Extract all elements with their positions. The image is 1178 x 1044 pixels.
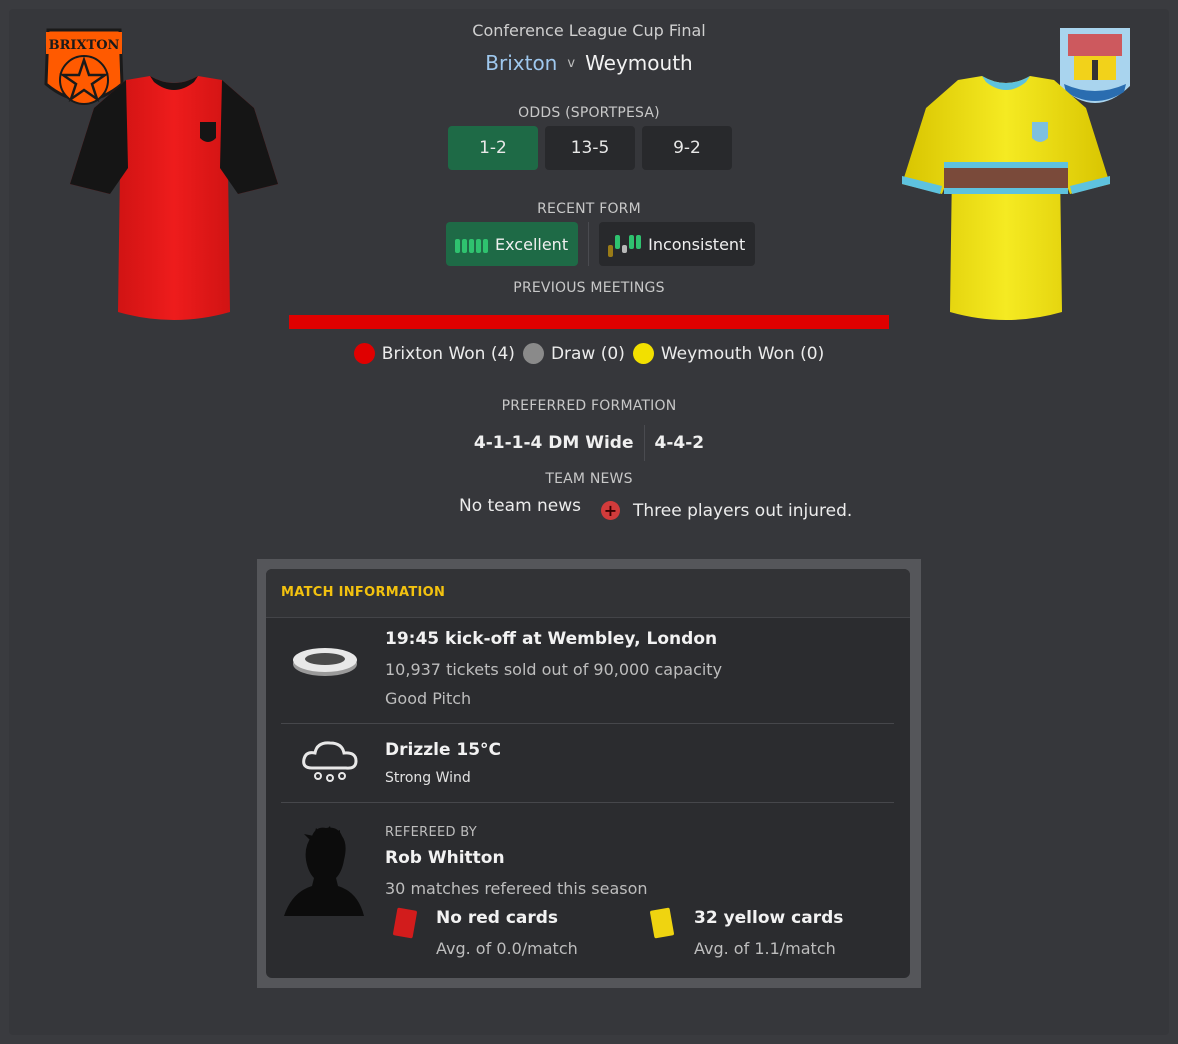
- form-bar-w: [455, 239, 460, 253]
- legend-away-won-text: Weymouth Won (0): [660, 343, 825, 364]
- preferred-formation-label: PREFERRED FORMATION: [501, 398, 677, 414]
- previous-meetings-legend: Brixton Won (4) Draw (0) Weymouth Won (0…: [0, 343, 1178, 364]
- away-form-bars-icon: [608, 235, 642, 257]
- weather-info: Drizzle 15°C: [385, 740, 502, 760]
- previous-meetings-label: PREVIOUS MEETINGS: [513, 280, 665, 296]
- form-bar-w: [476, 239, 481, 253]
- form-bar-w: [629, 235, 635, 249]
- referee-silhouette-avatar[interactable]: [282, 826, 368, 918]
- previous-meetings-bar: [289, 315, 889, 329]
- yellow-cards-average: Avg. of 1.1/match: [694, 939, 836, 958]
- divider-line: [281, 723, 894, 724]
- form-bar-l: [608, 245, 614, 257]
- red-cards-count: No red cards: [436, 908, 559, 928]
- wind-info: Strong Wind: [385, 770, 471, 786]
- referee-label: REFEREED BY: [385, 825, 477, 840]
- home-formation[interactable]: 4-1-1-4 DM Wide: [474, 433, 634, 453]
- odds-draw-button[interactable]: 13-5: [545, 126, 635, 170]
- grey-dot-icon: [522, 343, 544, 364]
- legend-away-won: Weymouth Won (0): [632, 343, 825, 364]
- away-form-text: Inconsistent: [648, 234, 746, 254]
- form-bar-d: [622, 245, 628, 253]
- referee-name[interactable]: Rob Whitton: [385, 848, 505, 868]
- divider-line: [281, 802, 894, 803]
- referee-matches: 30 matches refereed this season: [385, 879, 648, 898]
- odds-home-button[interactable]: 1-2: [448, 126, 538, 170]
- form-bar-w: [483, 239, 488, 253]
- home-team-name[interactable]: Brixton: [485, 51, 557, 75]
- form-bar-w: [469, 239, 474, 253]
- stadium-icon: [290, 640, 360, 680]
- home-form-bars-icon: [455, 235, 488, 253]
- legend-draw-text: Draw (0): [550, 343, 625, 364]
- away-team-name[interactable]: Weymouth: [585, 51, 693, 75]
- recent-form-row: Excellent Inconsistent: [446, 222, 756, 266]
- drizzle-cloud-icon: [300, 738, 360, 784]
- form-bar-w: [615, 235, 621, 249]
- home-form-text: Excellent: [495, 234, 569, 254]
- yellow-cards-count: 32 yellow cards: [694, 908, 844, 928]
- away-team-news[interactable]: Three players out injured.: [633, 501, 852, 521]
- away-form-box[interactable]: Inconsistent: [599, 222, 756, 266]
- legend-home-won: Brixton Won (4): [353, 343, 515, 364]
- tickets-info: 10,937 tickets sold out of 90,000 capaci…: [385, 660, 723, 679]
- match-information-title: MATCH INFORMATION: [281, 585, 446, 600]
- competition-title: Conference League Cup Final: [472, 21, 706, 40]
- kickoff-info[interactable]: 19:45 kick-off at Wembley, London: [385, 629, 717, 649]
- red-cards-average: Avg. of 0.0/match: [436, 939, 578, 958]
- form-divider: [588, 222, 590, 266]
- odds-row: 1-2 13-5 9-2: [448, 126, 732, 170]
- versus-label: v: [567, 56, 576, 71]
- form-bar-w: [462, 239, 467, 253]
- recent-form-label: RECENT FORM: [537, 201, 641, 217]
- formation-divider: [643, 425, 645, 461]
- odds-away-button[interactable]: 9-2: [642, 126, 732, 170]
- home-form-box[interactable]: Excellent: [446, 222, 579, 266]
- odds-label: ODDS (SPORTPESA): [518, 105, 660, 121]
- fixture-title: Brixton v Weymouth: [0, 51, 1178, 75]
- form-bar-w: [636, 235, 642, 249]
- away-formation[interactable]: 4-4-2: [655, 433, 705, 453]
- legend-home-won-text: Brixton Won (4): [381, 343, 515, 364]
- yellow-dot-icon: [632, 343, 654, 364]
- injury-cross-icon: +: [601, 501, 620, 520]
- legend-draw: Draw (0): [522, 343, 625, 364]
- home-team-news: No team news: [459, 496, 582, 516]
- red-card-icon: [392, 907, 418, 939]
- red-dot-icon: [353, 343, 375, 364]
- yellow-card-icon: [649, 907, 675, 939]
- team-news-label: TEAM NEWS: [545, 471, 633, 487]
- preferred-formation-row: 4-1-1-4 DM Wide 4-4-2: [0, 425, 1178, 461]
- pitch-condition: Good Pitch: [385, 689, 472, 708]
